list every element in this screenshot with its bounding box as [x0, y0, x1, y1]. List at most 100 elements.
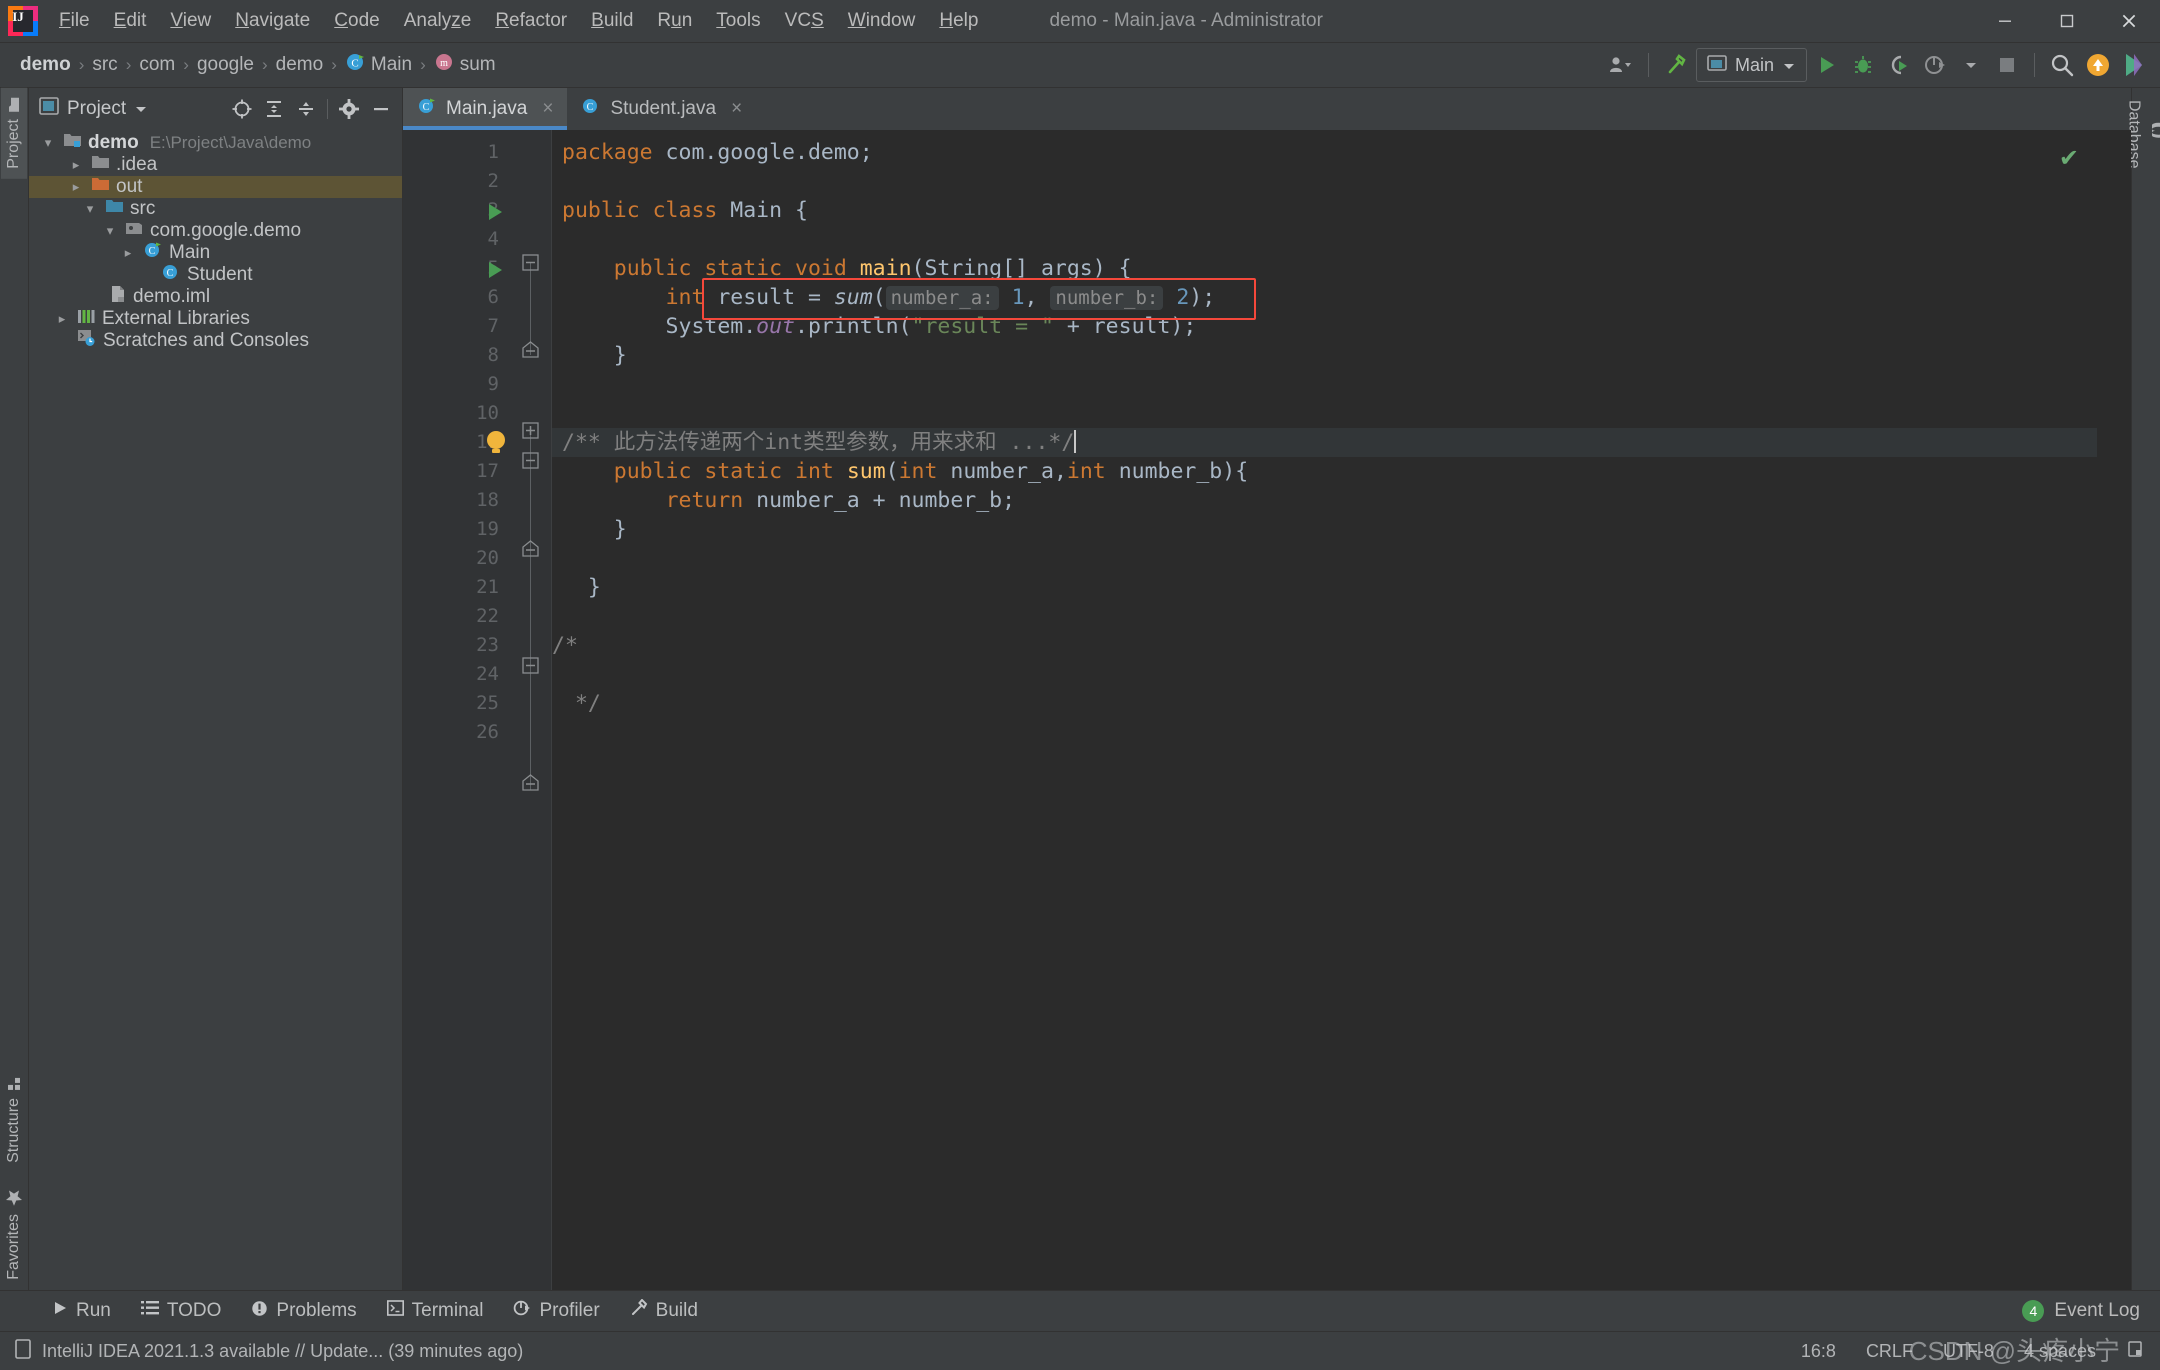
- lock-icon[interactable]: [2126, 1340, 2144, 1363]
- settings-gear-icon[interactable]: [334, 94, 364, 124]
- editor-tab-student-java[interactable]: C Student.java ×: [567, 88, 756, 130]
- bottom-item-run[interactable]: Run: [40, 1296, 123, 1326]
- menu-item-file[interactable]: FFileile: [48, 6, 101, 36]
- breadcrumb-item-1[interactable]: src: [86, 51, 123, 79]
- close-button[interactable]: [2098, 0, 2160, 42]
- code-text-area[interactable]: package com.google.demo; public class Ma…: [552, 130, 2097, 1290]
- bottom-item-terminal[interactable]: Terminal: [375, 1296, 496, 1326]
- run-gutter-marker-main[interactable]: [489, 262, 502, 278]
- tree-node-main[interactable]: ▸ C Main: [29, 242, 402, 264]
- tree-node-demo[interactable]: ▾ demo E:\Project\Java\demo: [29, 132, 402, 154]
- bottom-item-problems[interactable]: Problems: [239, 1296, 368, 1327]
- breadcrumb-item-4[interactable]: demo: [270, 51, 330, 79]
- menu-item-build[interactable]: Build: [580, 6, 644, 36]
- code-line-11-folded-comment[interactable]: /** 此方法传递两个int类型参数，用来求和 ...*/: [562, 428, 1077, 457]
- tree-node-package[interactable]: ▾ com.google.demo: [29, 220, 402, 242]
- run-button[interactable]: [1811, 49, 1843, 81]
- breadcrumb-item-0[interactable]: demo: [14, 51, 77, 79]
- fold-end-icon[interactable]: [522, 540, 539, 561]
- breadcrumb-item-2[interactable]: com: [133, 51, 181, 79]
- minimize-button[interactable]: [1974, 0, 2036, 42]
- menu-item-vcs[interactable]: VCS: [774, 6, 835, 36]
- file-encoding[interactable]: UTF-8: [1943, 1341, 1994, 1362]
- tree-node-student[interactable]: C Student: [29, 264, 402, 286]
- bottom-item-build[interactable]: Build: [618, 1295, 710, 1327]
- collapse-all-icon[interactable]: [291, 94, 321, 124]
- user-icon[interactable]: [1605, 49, 1637, 81]
- fold-end-icon[interactable]: [522, 774, 539, 795]
- maximize-button[interactable]: [2036, 0, 2098, 42]
- menu-bar[interactable]: FFileile Edit View Navigate Code Analyze…: [48, 6, 989, 36]
- chevron-right-icon[interactable]: ▸: [119, 245, 137, 261]
- close-icon[interactable]: ×: [731, 98, 742, 120]
- menu-item-analyze[interactable]: Analyze: [393, 6, 483, 36]
- bottom-item-todo[interactable]: TODO: [129, 1296, 234, 1326]
- fold-collapse-icon[interactable]: [522, 452, 539, 473]
- chevron-down-icon[interactable]: ▾: [81, 201, 99, 217]
- indent-setting[interactable]: 4 spaces: [2024, 1341, 2096, 1362]
- menu-item-navigate[interactable]: Navigate: [224, 6, 321, 36]
- notification-icon[interactable]: [14, 1338, 32, 1364]
- sidebar-item-favorites[interactable]: Favorites: [1, 1173, 27, 1290]
- code-editor[interactable]: 1 2 3 4 5 6 7 8 9 10 11 17 18 19 20 21 2: [403, 130, 2131, 1290]
- status-message[interactable]: IntelliJ IDEA 2021.1.3 available // Upda…: [42, 1341, 523, 1362]
- event-log-label[interactable]: Event Log: [2054, 1300, 2140, 1322]
- menu-item-help[interactable]: Help: [928, 6, 989, 36]
- menu-item-tools[interactable]: Tools: [705, 6, 771, 36]
- event-log-area[interactable]: 4 Event Log: [2022, 1300, 2140, 1322]
- ide-color-icon[interactable]: [2118, 49, 2150, 81]
- chevron-down-icon[interactable]: [1955, 49, 1987, 81]
- tree-node-demo-iml[interactable]: demo.iml: [29, 286, 402, 308]
- hide-panel-icon[interactable]: [366, 94, 396, 124]
- fold-collapse-icon[interactable]: [522, 254, 539, 275]
- breadcrumb-item-6[interactable]: m sum: [428, 49, 502, 81]
- menu-item-refactor[interactable]: Refactor: [484, 6, 578, 36]
- code-folding-gutter[interactable]: [511, 130, 552, 1290]
- caret-position[interactable]: 16:8: [1801, 1341, 1836, 1362]
- run-with-coverage-button[interactable]: [1883, 49, 1915, 81]
- menu-item-window[interactable]: Window: [837, 6, 927, 36]
- chevron-down-icon[interactable]: ▾: [101, 223, 119, 239]
- build-hammer-icon[interactable]: [1660, 49, 1692, 81]
- editor-scrollbar-gutter[interactable]: [2097, 130, 2131, 1290]
- expand-all-icon[interactable]: [259, 94, 289, 124]
- breadcrumb-item-5[interactable]: C Main: [339, 49, 418, 81]
- bottom-item-profiler[interactable]: Profiler: [501, 1295, 611, 1327]
- tree-node-src[interactable]: ▾ src: [29, 198, 402, 220]
- code-line-1: package com.google.demo;: [562, 140, 873, 165]
- tree-node-external-libraries[interactable]: ▸ External Libraries: [29, 308, 402, 330]
- chevron-right-icon[interactable]: ▸: [53, 311, 71, 327]
- breadcrumb[interactable]: demo › src › com › google › demo › C Mai…: [14, 49, 502, 81]
- chevron-down-icon[interactable]: ▾: [39, 135, 57, 151]
- fold-end-icon[interactable]: [522, 341, 539, 362]
- project-tree[interactable]: ▾ demo E:\Project\Java\demo ▸ .idea ▸ ou…: [29, 130, 402, 352]
- tree-node-out[interactable]: ▸ out: [29, 176, 402, 198]
- inspection-status-icon[interactable]: ✔: [2059, 144, 2079, 173]
- stop-button[interactable]: [1991, 49, 2023, 81]
- menu-item-code[interactable]: Code: [323, 6, 390, 36]
- menu-item-edit[interactable]: Edit: [103, 6, 158, 36]
- update-icon[interactable]: [2082, 49, 2114, 81]
- run-config-select[interactable]: Main: [1695, 48, 1807, 82]
- run-gutter-marker-class[interactable]: [489, 204, 502, 220]
- menu-item-run[interactable]: Run: [646, 6, 703, 36]
- debug-button[interactable]: [1847, 49, 1879, 81]
- chevron-right-icon[interactable]: ▸: [67, 179, 85, 195]
- close-icon[interactable]: ×: [542, 98, 553, 120]
- locate-icon[interactable]: [227, 94, 257, 124]
- breadcrumb-item-3[interactable]: google: [191, 51, 260, 79]
- chevron-down-icon[interactable]: [134, 98, 148, 120]
- fold-collapse-icon[interactable]: [522, 657, 539, 678]
- fold-expand-icon[interactable]: [522, 422, 539, 443]
- chevron-right-icon[interactable]: ▸: [67, 157, 85, 173]
- search-everywhere-icon[interactable]: [2046, 49, 2078, 81]
- tree-node-scratches[interactable]: Scratches and Consoles: [29, 330, 402, 352]
- sidebar-item-structure[interactable]: Structure: [1, 1067, 27, 1173]
- editor-tab-main-java[interactable]: C Main.java ×: [403, 88, 568, 130]
- tree-node-idea[interactable]: ▸ .idea: [29, 154, 402, 176]
- profile-button[interactable]: [1919, 49, 1951, 81]
- menu-item-view[interactable]: View: [159, 6, 222, 36]
- sidebar-item-project[interactable]: Project: [1, 88, 27, 179]
- intention-bulb-icon[interactable]: [487, 431, 505, 453]
- line-separator[interactable]: CRLF: [1866, 1341, 1913, 1362]
